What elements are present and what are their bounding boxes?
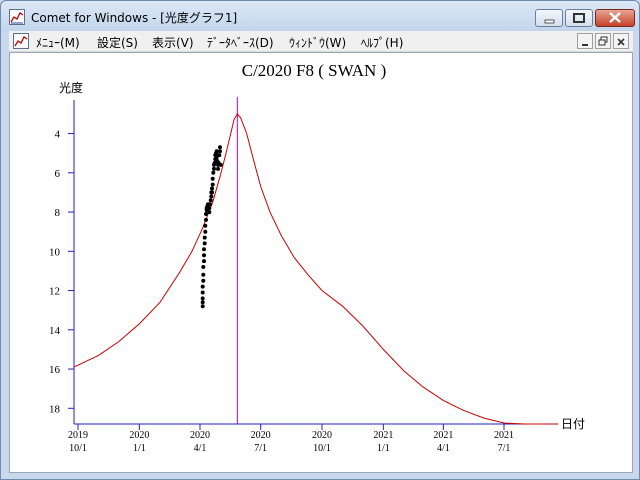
observation-point [202, 241, 207, 246]
observation-point [218, 162, 223, 167]
x-tick-date: 7/1 [254, 443, 267, 454]
observation-point [203, 223, 208, 228]
observation-point [210, 186, 214, 191]
observation-point [210, 176, 215, 181]
graph-area: C/2020 F8 ( SWAN ) 光度 日付 4 6 8 10 12 14 16 18 20… [9, 52, 633, 473]
x-axis-label: 日付 [561, 417, 585, 431]
menu-database[interactable]: ﾃﾞｰﾀﾍﾞｰｽ(D) [207, 34, 274, 51]
observation-point [208, 198, 213, 203]
mdi-restore-button[interactable] [595, 33, 611, 49]
observation-point [216, 166, 220, 171]
observation-point [210, 182, 215, 187]
y-tick-label: 14 [49, 325, 61, 337]
y-tick-label: 18 [49, 403, 61, 415]
app-window: Comet for Windows - [光度グラフ1] ﾒﾆｭｰ(M) 設定(… [0, 0, 640, 480]
observation-point [202, 247, 206, 252]
app-icon [9, 9, 25, 25]
x-tick-date: 4/1 [437, 443, 450, 454]
x-tick-year: 2021 [433, 430, 453, 441]
predicted-magnitude-curve [73, 113, 558, 425]
observation-point [203, 229, 208, 234]
x-tick-date: 10/1 [69, 443, 87, 454]
observation-point [201, 265, 206, 269]
y-tick-label: 12 [49, 286, 60, 298]
observation-point [218, 149, 222, 154]
y-tick-label: 8 [55, 207, 61, 219]
observation-point [208, 202, 212, 207]
mdi-minimize-button[interactable] [577, 33, 593, 49]
observation-point [212, 166, 216, 171]
observation-point [201, 278, 206, 283]
chart-title: C/2020 F8 ( SWAN ) [242, 61, 387, 80]
x-tick-date: 4/1 [194, 443, 207, 454]
x-tick-year: 2019 [68, 430, 88, 441]
maximize-button[interactable] [565, 9, 593, 27]
minimize-icon [544, 19, 555, 24]
x-tick-year: 2020 [190, 430, 210, 441]
observation-point [200, 290, 205, 295]
menu-menu[interactable]: ﾒﾆｭｰ(M) [36, 34, 80, 51]
observation-point [217, 153, 222, 158]
menu-window[interactable]: ｳｨﾝﾄﾞｳ(W) [289, 34, 346, 51]
observation-point [200, 296, 205, 301]
document-icon[interactable] [13, 33, 29, 49]
menu-view[interactable]: 表示(V) [152, 34, 194, 51]
x-tick-date: 1/1 [377, 443, 390, 454]
close-icon [617, 38, 625, 46]
x-tick-year: 2020 [129, 430, 149, 441]
brightness-chart: C/2020 F8 ( SWAN ) 光度 日付 4 6 8 10 12 14 16 18 20… [49, 61, 585, 454]
restore-icon [598, 36, 608, 46]
close-button[interactable] [595, 9, 635, 27]
observation-point [200, 284, 205, 289]
y-tick-label: 10 [49, 246, 61, 258]
x-tick-year: 2020 [251, 430, 271, 441]
y-tick-label: 6 [55, 168, 61, 180]
observation-point [207, 210, 212, 215]
observation-point [202, 253, 206, 258]
observation-point [210, 190, 214, 195]
y-tick-label: 16 [49, 364, 61, 376]
x-tick-date: 7/1 [498, 443, 511, 454]
x-tick-year: 2021 [494, 430, 514, 441]
observation-point [201, 272, 206, 277]
y-tick-label: 4 [55, 129, 61, 141]
title-bar[interactable]: Comet for Windows - [光度グラフ1] [1, 1, 639, 31]
mdi-close-button[interactable] [613, 33, 629, 49]
observation-point [200, 304, 205, 309]
observation-point [202, 259, 206, 264]
menu-settings[interactable]: 設定(S) [97, 34, 138, 51]
x-tick-year: 2021 [373, 430, 393, 441]
window-title: Comet for Windows - [光度グラフ1] [31, 11, 238, 25]
observation-point [200, 300, 205, 305]
observation-point [204, 217, 208, 222]
close-icon [609, 12, 621, 23]
minimize-icon [582, 44, 588, 46]
observation-point [209, 194, 214, 199]
minimize-button[interactable] [535, 9, 563, 27]
x-tick-date: 1/1 [133, 443, 146, 454]
x-tick-date: 10/1 [313, 443, 331, 454]
observation-point [211, 170, 216, 175]
observation-point [218, 145, 222, 150]
observation-point [207, 206, 212, 211]
observation-point [202, 235, 207, 240]
maximize-icon [573, 13, 585, 23]
menu-bar: ﾒﾆｭｰ(M) 設定(S) 表示(V) ﾃﾞｰﾀﾍﾞｰｽ(D) ｳｨﾝﾄﾞｳ(W… [9, 31, 633, 52]
x-tick-year: 2020 [312, 430, 332, 441]
y-axis-label: 光度 [59, 80, 83, 95]
menu-help[interactable]: ﾍﾙﾌﾟ(H) [361, 34, 403, 51]
